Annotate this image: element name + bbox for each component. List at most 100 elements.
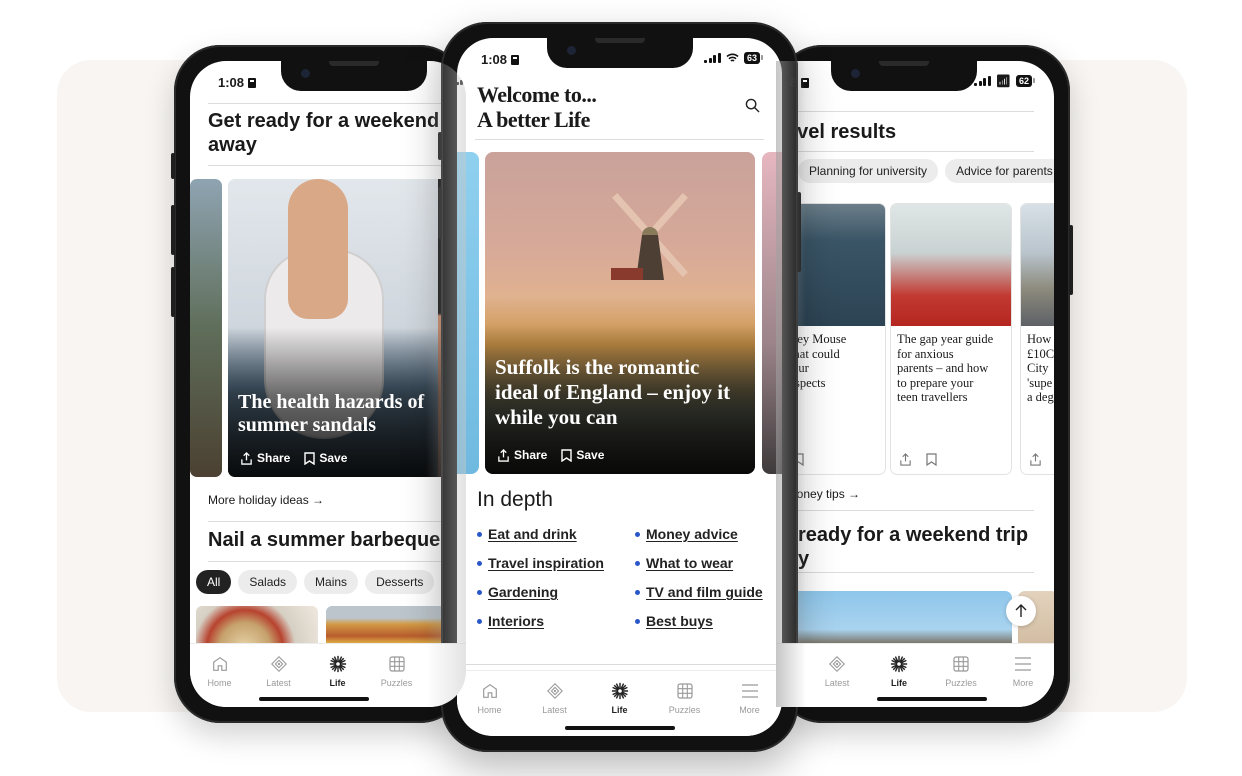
featured-article-card[interactable]: Suffolk is the romantic ideal of England…: [485, 152, 755, 474]
tab-more[interactable]: More: [993, 654, 1053, 707]
card-peek-left[interactable]: [457, 152, 479, 474]
search-button[interactable]: [745, 98, 760, 118]
divider: [457, 664, 782, 665]
battery-icon: 63: [743, 52, 764, 64]
chip-all[interactable]: All: [196, 570, 232, 594]
bullet-icon: [635, 531, 640, 537]
article-headline: Suffolk is the romantic ideal of England…: [495, 355, 731, 429]
puzzles-icon: [388, 656, 405, 672]
signal-icon: [704, 53, 721, 63]
divider: [208, 103, 466, 104]
more-money-tips-link[interactable]: noney tips →: [790, 487, 860, 501]
link-what-to-wear[interactable]: What to wear: [646, 555, 733, 571]
id-card-icon: [801, 77, 810, 88]
bullet-icon: [635, 560, 640, 566]
divider: [475, 139, 764, 140]
tab-more[interactable]: More: [720, 681, 780, 736]
share-icon[interactable]: [1029, 453, 1042, 466]
article-card[interactable]: How £10C City'supe a deg: [1020, 203, 1054, 475]
article-headline: The health hazards of summer sandals: [238, 391, 425, 436]
article-headline: How £10C City'supe a deg: [1027, 332, 1054, 404]
share-icon[interactable]: [899, 453, 912, 466]
link-tv-and-film-guide[interactable]: TV and film guide: [646, 584, 763, 600]
page-title: Welcome to... A better Life: [477, 82, 597, 132]
tab-latest[interactable]: Latest: [807, 654, 867, 707]
puzzles-icon: [676, 683, 693, 699]
wifi-icon: 📶︎: [995, 74, 1011, 88]
save-button[interactable]: Save: [304, 451, 347, 465]
link-best-buys[interactable]: Best buys: [646, 613, 713, 629]
chip-desserts[interactable]: Desserts: [365, 570, 435, 594]
bullet-icon: [477, 589, 482, 595]
chip-planning-for-university[interactable]: Planning for university: [798, 159, 939, 183]
home-indicator: [876, 697, 987, 701]
id-card-icon: [511, 54, 520, 65]
card-peek-right[interactable]: [762, 152, 782, 474]
divider: [776, 151, 1034, 152]
divider: [208, 561, 466, 562]
search-icon: [745, 98, 760, 113]
status-time: 1:08: [481, 52, 508, 67]
signal-icon: [455, 75, 466, 85]
left-phone: 1:08 Get ready for a weekend tri away Th…: [171, 45, 466, 723]
link-gardening[interactable]: Gardening: [488, 584, 558, 600]
filter-chips: Planning for university Advice for paren…: [798, 159, 1054, 183]
home-indicator: [564, 726, 675, 730]
article-headline: The gap year guide for anxious parents – a…: [897, 332, 994, 404]
bullet-icon: [477, 531, 482, 537]
notch: [546, 38, 693, 68]
tab-home[interactable]: Home: [460, 681, 520, 736]
chip-mains[interactable]: Mains: [304, 570, 359, 594]
life-icon: [329, 655, 346, 673]
center-phone: 1:08 63 Welcome to... A better Life Suff…: [438, 22, 801, 752]
id-card-icon: [248, 77, 257, 88]
featured-article-card[interactable]: The health hazards of summer sandals Sha…: [228, 179, 466, 477]
section-title-weekend-trip: ready for a weekend trip y: [798, 524, 1029, 570]
section-title: Get ready for a weekend tri away: [208, 110, 465, 156]
link-eat-and-drink[interactable]: Eat and drink: [488, 526, 577, 542]
scroll-to-top-button[interactable]: [1006, 596, 1036, 626]
bookmark-icon[interactable]: [926, 453, 937, 466]
card-peek[interactable]: [190, 179, 222, 477]
in-depth-title: In depth: [477, 488, 553, 511]
more-holiday-ideas-link[interactable]: More holiday ideas →: [208, 493, 324, 507]
hand-image: [288, 179, 348, 319]
life-icon: [890, 655, 908, 673]
chip-salads[interactable]: Salads: [238, 570, 298, 594]
article-card[interactable]: The gap year guide for anxious parents – a…: [890, 203, 1012, 475]
wifi-icon: [726, 53, 739, 62]
home-indicator: [259, 697, 370, 701]
link-interiors[interactable]: Interiors: [488, 613, 544, 629]
latest-icon: [546, 683, 563, 699]
filter-chips: All Salads Mains Desserts: [196, 570, 435, 594]
share-button[interactable]: Share: [240, 451, 290, 465]
home-icon: [212, 656, 227, 671]
notch: [831, 61, 977, 91]
tab-home[interactable]: Home: [190, 654, 249, 707]
share-icon: [241, 451, 252, 465]
status-time: 1:08: [218, 75, 245, 90]
latest-icon: [270, 656, 287, 672]
divider: [776, 572, 1034, 573]
puzzles-icon: [953, 656, 969, 672]
bullet-icon: [635, 618, 640, 624]
bookmark-icon: [561, 448, 573, 462]
arrow-up-icon: [1015, 604, 1027, 617]
link-money-advice[interactable]: Money advice: [646, 526, 738, 542]
bullet-icon: [635, 589, 640, 595]
latest-icon: [829, 656, 845, 672]
status-time: 8: [790, 75, 798, 90]
divider: [776, 111, 1034, 112]
bookmark-icon: [304, 451, 316, 465]
tab-puzzles[interactable]: Puzzles: [367, 654, 426, 707]
save-button[interactable]: Save: [561, 448, 604, 462]
battery-icon: 62: [1015, 75, 1036, 87]
center-screen: 1:08 63 Welcome to... A better Life Suff…: [457, 38, 782, 736]
right-screen: 8 📶︎ 62 evel results Planning for univer…: [776, 61, 1054, 707]
notch: [281, 61, 427, 91]
link-travel-inspiration[interactable]: Travel inspiration: [488, 555, 604, 571]
chip-advice-for-parents[interactable]: Advice for parents: [945, 159, 1054, 183]
menu-icon: [741, 684, 758, 698]
share-button[interactable]: Share: [497, 448, 547, 462]
divider: [776, 510, 1034, 511]
